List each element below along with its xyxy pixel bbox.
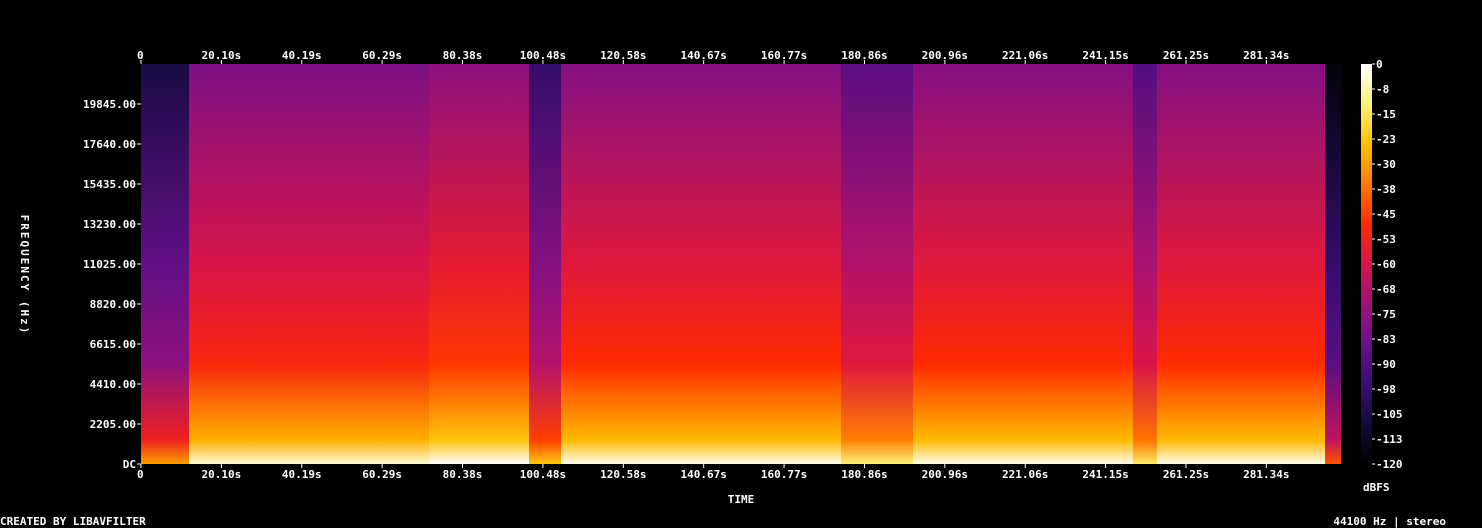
spectrogram-section <box>429 64 529 464</box>
x-tick-label: 0 <box>137 468 144 481</box>
colorbar-tick-label: -90 <box>1376 358 1396 371</box>
x-tick-label: 261.25s <box>1163 468 1209 481</box>
colorbar-tick-label: -38 <box>1376 183 1396 196</box>
x-tick-label: 20.10s <box>202 49 242 62</box>
x-tick-label: 0 <box>137 49 144 62</box>
x-tick-label: 100.48s <box>520 49 566 62</box>
spectrogram-section <box>1157 64 1325 464</box>
colorbar-ticks: 0 -8 -15 -23 -30 -38 -45 -53 -60 -68 -75 -83 -90 -98 -… <box>1372 58 1403 471</box>
spectrogram-section <box>529 64 561 464</box>
x-tick-label: 221.06s <box>1002 49 1048 62</box>
footer-credit: CREATED BY LIBAVFILTER <box>0 515 146 528</box>
colorbar-tick-label: -60 <box>1376 258 1396 271</box>
spectrogram-chart: 0 20.10s 40.19s 60.29s 80.38s 100.48s 120.58s 1… <box>18 49 1403 506</box>
x-tick-label: 160.77s <box>761 468 807 481</box>
colorbar-tick-label: -15 <box>1376 108 1396 121</box>
x-tick-label: 180.86s <box>841 49 887 62</box>
colorbar-tick-label: -8 <box>1376 83 1389 96</box>
x-tick-label: 180.86s <box>841 468 887 481</box>
spectrogram-section <box>1325 64 1341 464</box>
y-tick-label: 17640.00 <box>83 138 136 151</box>
colorbar <box>1361 64 1372 464</box>
spectrogram-section <box>141 64 189 464</box>
footer-format-info: 44100 Hz | stereo <box>1333 515 1446 528</box>
y-tick-label: 19845.00 <box>83 98 136 111</box>
spectrogram-section <box>1133 64 1157 464</box>
time-axis-bottom: 0 20.10s 40.19s 60.29s 80.38s 100.48s 120.58s 1… <box>137 464 1290 481</box>
x-axis-label: TIME <box>728 493 755 506</box>
x-tick-label: 60.29s <box>362 468 402 481</box>
x-tick-label: 120.58s <box>600 468 646 481</box>
x-tick-label: 200.96s <box>922 468 968 481</box>
x-tick-label: 261.25s <box>1163 49 1209 62</box>
x-tick-label: 40.19s <box>282 49 322 62</box>
y-axis-label: FREQUENCY (Hz) <box>18 215 31 336</box>
x-tick-label: 241.15s <box>1082 468 1128 481</box>
colorbar-tick-label: -113 <box>1376 433 1403 446</box>
x-tick-label: 221.06s <box>1002 468 1048 481</box>
y-tick-label: 2205.00 <box>90 418 136 431</box>
y-tick-label: 15435.00 <box>83 178 136 191</box>
colorbar-tick-label: -30 <box>1376 158 1396 171</box>
x-tick-label: 281.34s <box>1243 49 1289 62</box>
colorbar-tick-label: -23 <box>1376 133 1396 146</box>
y-tick-label: 11025.00 <box>83 258 136 271</box>
y-tick-label: 4410.00 <box>90 378 136 391</box>
colorbar-tick-label: -45 <box>1376 208 1396 221</box>
x-tick-label: 281.34s <box>1243 468 1289 481</box>
x-tick-label: 60.29s <box>362 49 402 62</box>
y-tick-label: 6615.00 <box>90 338 136 351</box>
x-tick-label: 241.15s <box>1082 49 1128 62</box>
colorbar-tick-label: -120 <box>1376 458 1403 471</box>
colorbar-tick-label: -98 <box>1376 383 1396 396</box>
spectrogram-section <box>913 64 1133 464</box>
colorbar-tick-label: -53 <box>1376 233 1396 246</box>
colorbar-tick-label: -68 <box>1376 283 1396 296</box>
x-tick-label: 120.58s <box>600 49 646 62</box>
x-tick-label: 40.19s <box>282 468 322 481</box>
spectrogram-section <box>561 64 841 464</box>
x-tick-label: 80.38s <box>443 468 483 481</box>
spectrogram-section <box>841 64 913 464</box>
colorbar-tick-label: -105 <box>1376 408 1403 421</box>
x-tick-label: 160.77s <box>761 49 807 62</box>
x-tick-label: 100.48s <box>520 468 566 481</box>
colorbar-tick-label: -75 <box>1376 308 1396 321</box>
spectrogram-section <box>189 64 429 464</box>
colorbar-tick-label: 0 <box>1376 58 1383 71</box>
frequency-axis: DC 2205.00 4410.00 6615.00 8820.00 11025.00 13… <box>83 98 141 471</box>
colorbar-label: dBFS <box>1363 481 1390 494</box>
time-axis-top: 0 20.10s 40.19s 60.29s 80.38s 100.48s 120.58s 1… <box>137 49 1290 64</box>
x-tick-label: 20.10s <box>202 468 242 481</box>
y-tick-label: 8820.00 <box>90 298 136 311</box>
y-tick-label: 13230.00 <box>83 218 136 231</box>
y-tick-label: DC <box>123 458 136 471</box>
colorbar-tick-label: -83 <box>1376 333 1396 346</box>
x-tick-label: 140.67s <box>681 468 727 481</box>
x-tick-label: 200.96s <box>922 49 968 62</box>
x-tick-label: 140.67s <box>681 49 727 62</box>
x-tick-label: 80.38s <box>443 49 483 62</box>
spectrogram-plot <box>141 64 1341 464</box>
